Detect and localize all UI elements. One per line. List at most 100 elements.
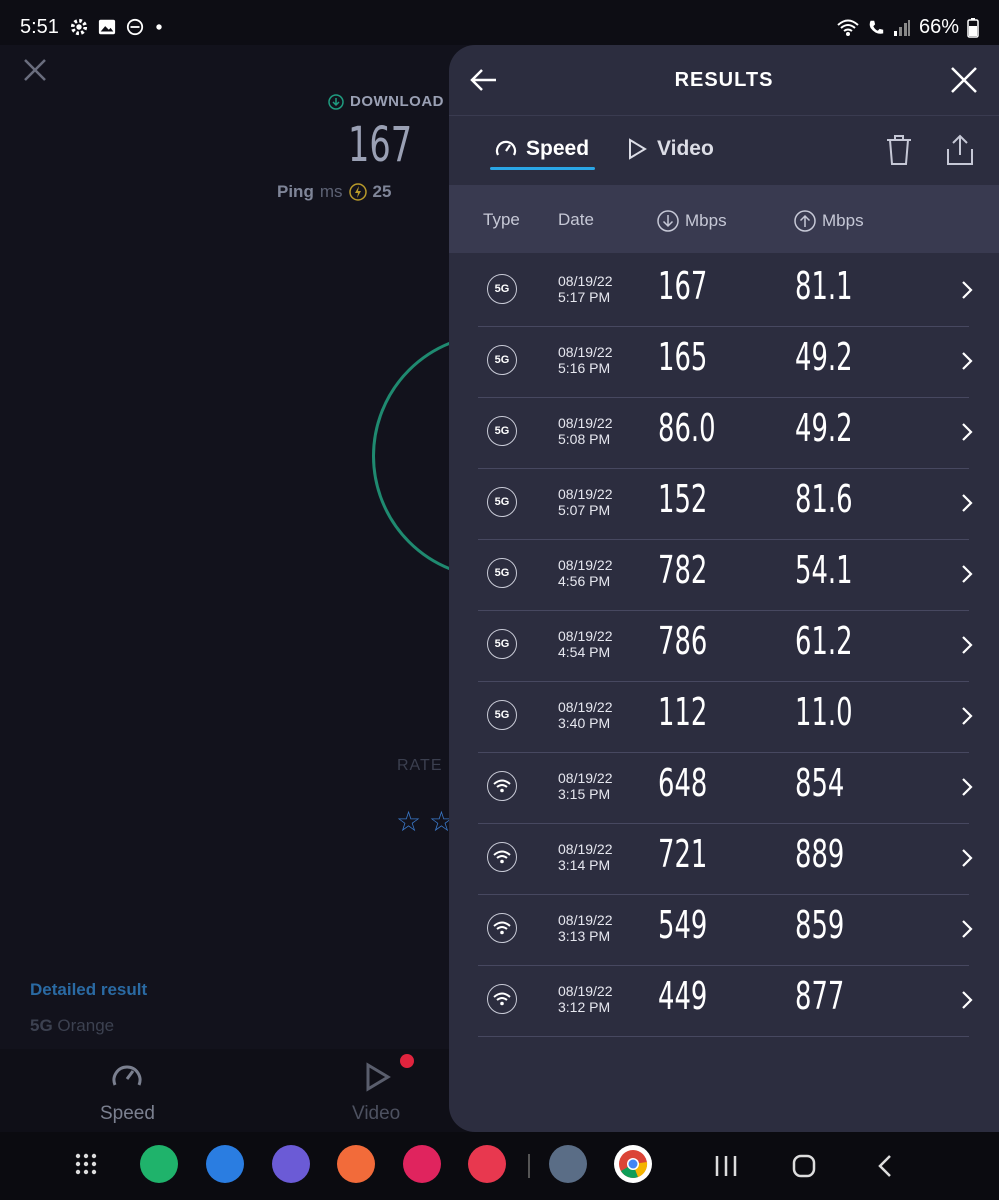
notes-icon[interactable] [337, 1145, 375, 1183]
download-speed: 648 [658, 761, 708, 805]
active-tab-indicator [490, 167, 595, 170]
upload-speed: 11.0 [795, 690, 853, 734]
settings-icon[interactable] [549, 1145, 587, 1183]
wifi-icon [487, 771, 517, 801]
chevron-right-icon[interactable] [960, 563, 974, 585]
chevron-right-icon[interactable] [960, 421, 974, 443]
chevron-right-icon[interactable] [960, 350, 974, 372]
result-row[interactable]: 08/19/22 3:14 PM 721 889 [478, 823, 973, 895]
results-header: RESULTS [449, 45, 999, 115]
messages-icon[interactable] [206, 1145, 244, 1183]
clock: 5:51 [20, 16, 59, 38]
network-5g-icon: 5G [487, 416, 517, 446]
wifi-icon [837, 19, 859, 36]
trash-icon[interactable] [884, 133, 914, 167]
close-icon[interactable] [22, 57, 48, 83]
wifi-icon [487, 984, 517, 1014]
chevron-right-icon[interactable] [960, 918, 974, 940]
wifi-icon [487, 913, 517, 943]
result-row[interactable]: 5G 08/19/22 4:56 PM 782 54.1 [478, 539, 973, 611]
network-5g-icon: 5G [487, 700, 517, 730]
notification-icons [70, 18, 164, 36]
chevron-right-icon[interactable] [960, 705, 974, 727]
network-5g-icon: 5G [487, 629, 517, 659]
column-download: Mbps [657, 210, 727, 232]
result-date: 08/19/22 4:54 PM [558, 628, 613, 660]
tab-speed[interactable]: Speed [494, 137, 589, 161]
share-icon[interactable] [944, 133, 976, 167]
call-icon [869, 20, 884, 34]
upload-speed: 49.2 [795, 406, 853, 450]
result-row[interactable]: 5G 08/19/22 5:08 PM 86.0 49.2 [478, 397, 973, 469]
download-speed: 786 [658, 619, 708, 663]
battery-icon [967, 17, 979, 38]
camera-icon[interactable] [468, 1145, 506, 1183]
dock-separator [528, 1154, 530, 1178]
recents-icon[interactable] [712, 1152, 740, 1180]
result-row[interactable]: 08/19/22 3:13 PM 549 859 [478, 894, 973, 966]
home-icon[interactable] [790, 1152, 818, 1180]
speedometer-icon [112, 1065, 142, 1086]
column-upload: Mbps [794, 210, 864, 232]
image-icon [98, 19, 116, 35]
detailed-result-link[interactable]: Detailed result [30, 980, 147, 1000]
chevron-right-icon[interactable] [960, 989, 974, 1011]
upload-speed: 854 [795, 761, 845, 805]
download-speed: 165 [658, 335, 708, 379]
download-speed: 152 [658, 477, 708, 521]
chevron-right-icon[interactable] [960, 776, 974, 798]
flower-icon[interactable] [403, 1145, 441, 1183]
header-divider [449, 115, 999, 116]
phone-icon[interactable] [140, 1145, 178, 1183]
do-not-disturb-icon [126, 18, 144, 36]
results-tabs: Speed Video [449, 117, 999, 185]
nav-speed-tab[interactable]: Speed [100, 1059, 155, 1125]
notification-badge [400, 1054, 414, 1068]
download-icon [328, 93, 344, 110]
internet-icon[interactable] [272, 1145, 310, 1183]
upload-speed: 61.2 [795, 619, 853, 663]
apps-grid-icon[interactable] [67, 1145, 105, 1183]
result-row[interactable]: 5G 08/19/22 5:16 PM 165 49.2 [478, 326, 973, 398]
upload-speed: 54.1 [795, 548, 853, 592]
result-row[interactable]: 08/19/22 3:12 PM 449 877 [478, 965, 973, 1037]
ping-readout: Ping ms 25 [277, 182, 392, 201]
dot-icon [156, 24, 162, 30]
android-nav-bar [0, 1132, 999, 1200]
chevron-right-icon[interactable] [960, 279, 974, 301]
rate-label: RATE [397, 757, 443, 774]
download-value: 167 [348, 117, 413, 173]
network-5g-icon: 5G [487, 558, 517, 588]
rating-stars[interactable]: ☆ ☆ [396, 805, 454, 838]
download-speed: 782 [658, 548, 708, 592]
back-nav-icon[interactable] [872, 1152, 900, 1180]
result-date: 08/19/22 3:15 PM [558, 770, 613, 802]
result-row[interactable]: 08/19/22 3:15 PM 648 854 [478, 752, 973, 824]
download-speed: 86.0 [658, 406, 716, 450]
network-5g-icon: 5G [487, 487, 517, 517]
chevron-right-icon[interactable] [960, 847, 974, 869]
result-row[interactable]: 5G 08/19/22 5:17 PM 167 81.1 [478, 255, 973, 327]
result-date: 08/19/22 3:14 PM [558, 841, 613, 873]
chrome-logo [619, 1150, 648, 1178]
upload-speed: 81.1 [795, 264, 853, 308]
download-icon [657, 210, 679, 232]
play-icon [629, 138, 647, 160]
upload-speed: 81.6 [795, 477, 853, 521]
result-row[interactable]: 5G 08/19/22 5:07 PM 152 81.6 [478, 468, 973, 540]
column-type: Type [483, 210, 520, 229]
download-speed: 112 [658, 690, 708, 734]
battery-percent: 66% [918, 16, 959, 38]
result-date: 08/19/22 3:12 PM [558, 983, 613, 1015]
download-speed: 721 [658, 832, 708, 876]
result-row[interactable]: 5G 08/19/22 3:40 PM 112 11.0 [478, 681, 973, 753]
tab-video[interactable]: Video [625, 137, 714, 161]
chrome-icon[interactable] [614, 1145, 652, 1183]
result-row[interactable]: 5G 08/19/22 4:54 PM 786 61.2 [478, 610, 973, 682]
nav-video-tab[interactable]: Video [352, 1059, 400, 1125]
close-icon[interactable] [949, 65, 979, 95]
wifi-icon [487, 842, 517, 872]
chevron-right-icon[interactable] [960, 634, 974, 656]
chevron-right-icon[interactable] [960, 492, 974, 514]
network-5g-icon: 5G [487, 345, 517, 375]
